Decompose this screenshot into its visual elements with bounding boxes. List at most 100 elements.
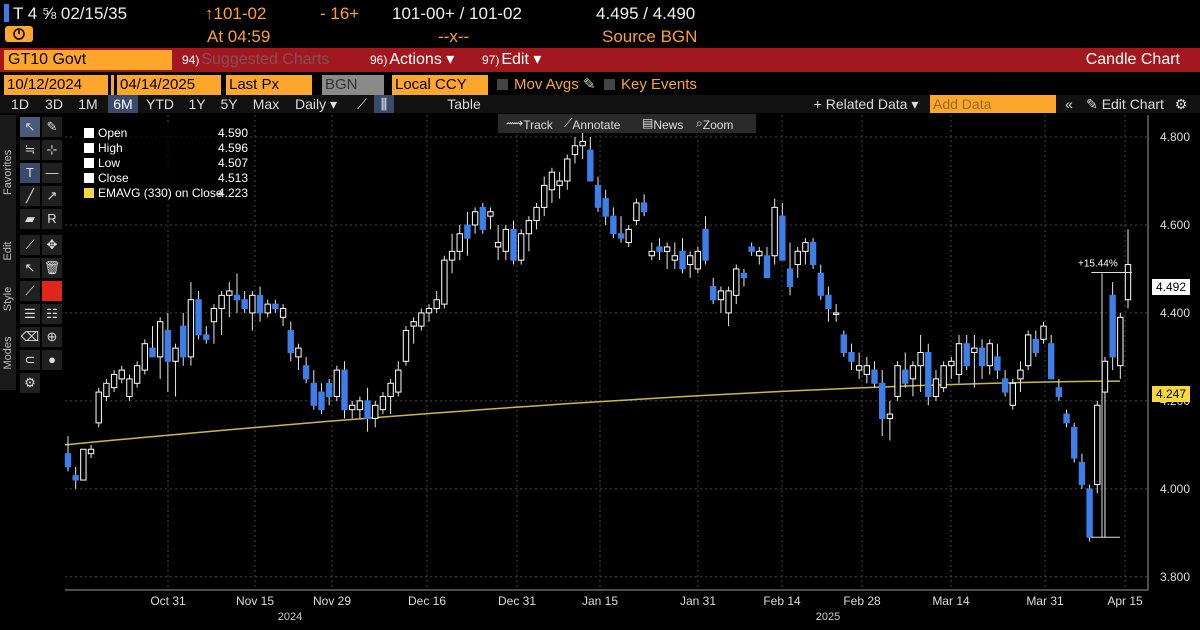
- candle-body-up: [1024, 334, 1032, 367]
- candle: [610, 207, 617, 239]
- candle-body-down: [779, 215, 786, 261]
- legend-ema-swatch[interactable]: [84, 188, 94, 198]
- menu-bar: GT10 Govt 94) Suggested Charts 96) Actions…: [0, 48, 1200, 72]
- collapse-icon[interactable]: «: [1060, 95, 1078, 113]
- range-3d[interactable]: 3D: [40, 95, 68, 113]
- security-color-icon: [4, 4, 9, 22]
- legend-low-label: Low: [98, 156, 121, 170]
- x-tick-label: Dec 31: [498, 594, 536, 608]
- suggested-charts-button[interactable]: 94) Suggested Charts: [178, 50, 364, 70]
- legend-open-swatch[interactable]: [84, 128, 94, 138]
- candle: [1101, 356, 1109, 538]
- key-events-checkbox[interactable]: [604, 79, 615, 90]
- zoom-tool[interactable]: ⌕ Zoom: [696, 116, 733, 132]
- y-tick-label: 3.800: [1160, 570, 1190, 584]
- range-1m[interactable]: 1M: [74, 95, 102, 113]
- candle-body-down: [341, 369, 348, 411]
- candle: [249, 290, 256, 331]
- range-5y[interactable]: 5Y: [216, 95, 242, 113]
- candle-body-down: [786, 268, 794, 288]
- candle: [333, 365, 341, 401]
- range-1y[interactable]: 1Y: [184, 95, 210, 113]
- candle-body-up: [126, 378, 133, 397]
- range-6m[interactable]: 6M: [108, 95, 138, 113]
- candle: [1048, 334, 1055, 380]
- range-1d[interactable]: 1D: [6, 95, 34, 113]
- candle-body-up: [218, 294, 225, 310]
- candle: [963, 334, 970, 371]
- actions-button[interactable]: 96) Actions ▾: [366, 50, 476, 70]
- source-field[interactable]: BGN: [322, 75, 384, 95]
- news-tool[interactable]: ▤ News: [642, 116, 683, 132]
- mov-avgs-label: Mov Avgs: [514, 76, 579, 93]
- bid-ask-yields: 4.495 / 4.490: [596, 4, 696, 23]
- candle-body-up: [971, 347, 978, 354]
- y-tick-label: 4.400: [1160, 306, 1190, 320]
- candle: [840, 330, 847, 357]
- key-events-toggle[interactable]: Key Events: [604, 75, 697, 95]
- candle: [479, 202, 486, 234]
- period-select[interactable]: Daily ▾: [288, 95, 344, 113]
- candle: [448, 233, 456, 274]
- candle-body-down: [978, 347, 986, 367]
- legend-close-swatch[interactable]: [84, 173, 94, 183]
- candle-body-down: [1048, 343, 1055, 380]
- legend-low-swatch[interactable]: [84, 158, 94, 168]
- ema-series-line: [64, 380, 1121, 446]
- legend-close-value: 4.513: [217, 171, 248, 185]
- pencil-icon[interactable]: ✎: [583, 76, 596, 93]
- candle-body-up: [541, 184, 548, 208]
- range-max[interactable]: Max: [250, 95, 282, 113]
- settings-gear-icon[interactable]: ⚙: [1172, 95, 1190, 113]
- candle: [210, 304, 218, 344]
- candle: [226, 282, 233, 318]
- security-name: T 4 ⅝ 02/15/35: [13, 4, 128, 23]
- candle: [725, 286, 732, 327]
- candle-body-up: [802, 242, 809, 252]
- candle: [502, 224, 510, 261]
- candle: [978, 339, 986, 379]
- bar-chart-icon[interactable]: ⫼: [374, 95, 394, 113]
- candle-body-up: [671, 255, 678, 261]
- annotate-tool[interactable]: ⟋ Annotate: [564, 116, 620, 132]
- candle: [871, 361, 878, 388]
- candle: [241, 290, 248, 313]
- actions-label: Actions ▾: [389, 51, 455, 68]
- candle: [656, 238, 663, 261]
- range-ytd[interactable]: YTD: [142, 95, 178, 113]
- candle-body-up: [456, 233, 463, 252]
- ticker-field[interactable]: GT10 Govt: [4, 50, 172, 70]
- candle-body-up: [756, 250, 763, 257]
- price-field-select[interactable]: Last Px: [226, 75, 312, 95]
- candle: [617, 216, 625, 243]
- quote-time: At 04:59: [207, 27, 271, 46]
- candle: [156, 317, 164, 379]
- candle: [986, 339, 993, 375]
- zoom-label: Zoom: [702, 118, 734, 132]
- currency-select[interactable]: Local CCY: [392, 75, 488, 95]
- table-button[interactable]: Table: [438, 95, 490, 113]
- candle-body-up: [110, 373, 118, 389]
- end-date-field[interactable]: 04/14/2025: [117, 75, 221, 95]
- related-data-button[interactable]: + Related Data ▾: [808, 95, 924, 113]
- track-tool[interactable]: ⟿ Track: [506, 116, 553, 132]
- start-date-field[interactable]: 10/12/2024: [4, 75, 108, 95]
- candle-body-up: [932, 378, 940, 397]
- candle: [955, 334, 963, 384]
- candle-body-up: [264, 303, 271, 314]
- legend-high-swatch[interactable]: [84, 143, 94, 153]
- chart-tools-bar: ⟿ Track ⟋ Annotate ▤ News ⌕ Zoom: [498, 114, 756, 133]
- add-data-input[interactable]: Add Data: [930, 95, 1056, 113]
- line-chart-icon[interactable]: ⟋: [352, 95, 372, 113]
- annotate-label: Annotate: [572, 118, 621, 132]
- mov-avgs-checkbox[interactable]: [497, 79, 508, 90]
- year-label: 2024: [278, 611, 302, 623]
- edit-button[interactable]: 97) Edit ▾: [478, 50, 548, 70]
- candle-body-up: [986, 343, 993, 367]
- candle-body-down: [1078, 461, 1086, 485]
- candle-body-down: [1032, 338, 1040, 354]
- mov-avgs-toggle[interactable]: Mov Avgs ✎: [497, 75, 596, 95]
- edit-chart-button[interactable]: ✎ Edit Chart: [1082, 95, 1168, 113]
- date-separator: [111, 75, 114, 95]
- candle: [379, 392, 387, 415]
